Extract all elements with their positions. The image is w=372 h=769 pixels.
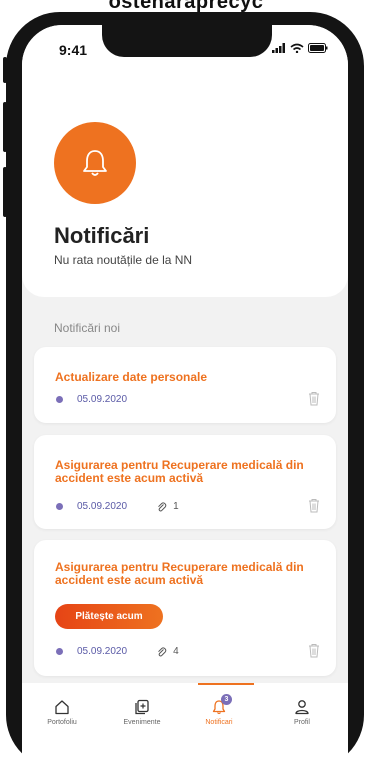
- notification-meta: 05.09.2020 1: [56, 501, 179, 512]
- status-icons: [272, 43, 328, 53]
- tab-label: Portofoliu: [47, 719, 77, 726]
- trash-icon[interactable]: [308, 643, 320, 658]
- side-button: [3, 102, 7, 152]
- paperclip-icon: [158, 647, 167, 656]
- notification-title: Asigurarea pentru Recuperare medicală di…: [55, 560, 304, 587]
- battery-icon: [308, 43, 328, 53]
- tab-bar: Portofoliu Evenimente 3 Notificari Profi…: [22, 683, 348, 769]
- page-subtitle: Nu rata noutățile de la NN: [54, 253, 193, 267]
- notification-title: Asigurarea pentru Recuperare medicală di…: [55, 458, 304, 485]
- notification-meta: 05.09.2020: [56, 394, 127, 405]
- bell-avatar: [54, 122, 136, 204]
- tab-notificari[interactable]: 3 Notificari: [179, 694, 259, 726]
- documents-icon: [135, 699, 149, 715]
- notification-card[interactable]: Asigurarea pentru Recuperare medicală di…: [34, 435, 336, 529]
- trash-icon[interactable]: [308, 498, 320, 513]
- tab-profil[interactable]: Profil: [262, 699, 342, 726]
- notification-date: 05.09.2020: [77, 501, 128, 512]
- notification-meta: 05.09.2020 4: [56, 646, 179, 657]
- bell-icon-wrapper: 3: [211, 694, 232, 715]
- notification-card[interactable]: Actualizare date personale 05.09.2020: [34, 347, 336, 423]
- side-button: [3, 167, 7, 217]
- signal-icon: [272, 43, 285, 53]
- attachment-number: 1: [173, 501, 179, 512]
- notch: [102, 25, 272, 57]
- unread-dot: [56, 503, 63, 510]
- user-icon: [295, 700, 309, 715]
- tab-label: Profil: [294, 719, 310, 726]
- notification-title: Actualizare date personale: [55, 370, 208, 384]
- app-screen: 9:41 Notificări Nu rata noutățile de la …: [22, 25, 348, 769]
- attachment-number: 4: [173, 646, 179, 657]
- tab-portofoliu[interactable]: Portofoliu: [22, 699, 102, 726]
- tab-evenimente[interactable]: Evenimente: [102, 699, 182, 726]
- attachment-count: 1: [157, 501, 179, 512]
- active-tab-indicator: [198, 683, 254, 685]
- wifi-icon: [290, 43, 304, 53]
- status-time: 9:41: [59, 42, 88, 58]
- tab-label: Evenimente: [123, 719, 161, 726]
- tab-label: Notificari: [205, 719, 233, 726]
- side-button: [3, 57, 7, 83]
- unread-dot: [56, 648, 63, 655]
- home-icon: [55, 700, 69, 715]
- paperclip-icon: [158, 502, 167, 511]
- attachment-count: 4: [157, 646, 179, 657]
- notification-date: 05.09.2020: [77, 646, 128, 657]
- page-title: Notificări: [54, 223, 150, 248]
- trash-icon[interactable]: [308, 391, 320, 406]
- pay-now-button[interactable]: Plătește acum: [55, 604, 163, 629]
- notification-badge: 3: [221, 694, 232, 705]
- notification-date: 05.09.2020: [77, 394, 128, 405]
- notification-card[interactable]: Asigurarea pentru Recuperare medicală di…: [34, 540, 336, 676]
- bell-icon: [83, 150, 107, 176]
- section-title: Notificări noi: [54, 321, 121, 335]
- unread-dot: [56, 396, 63, 403]
